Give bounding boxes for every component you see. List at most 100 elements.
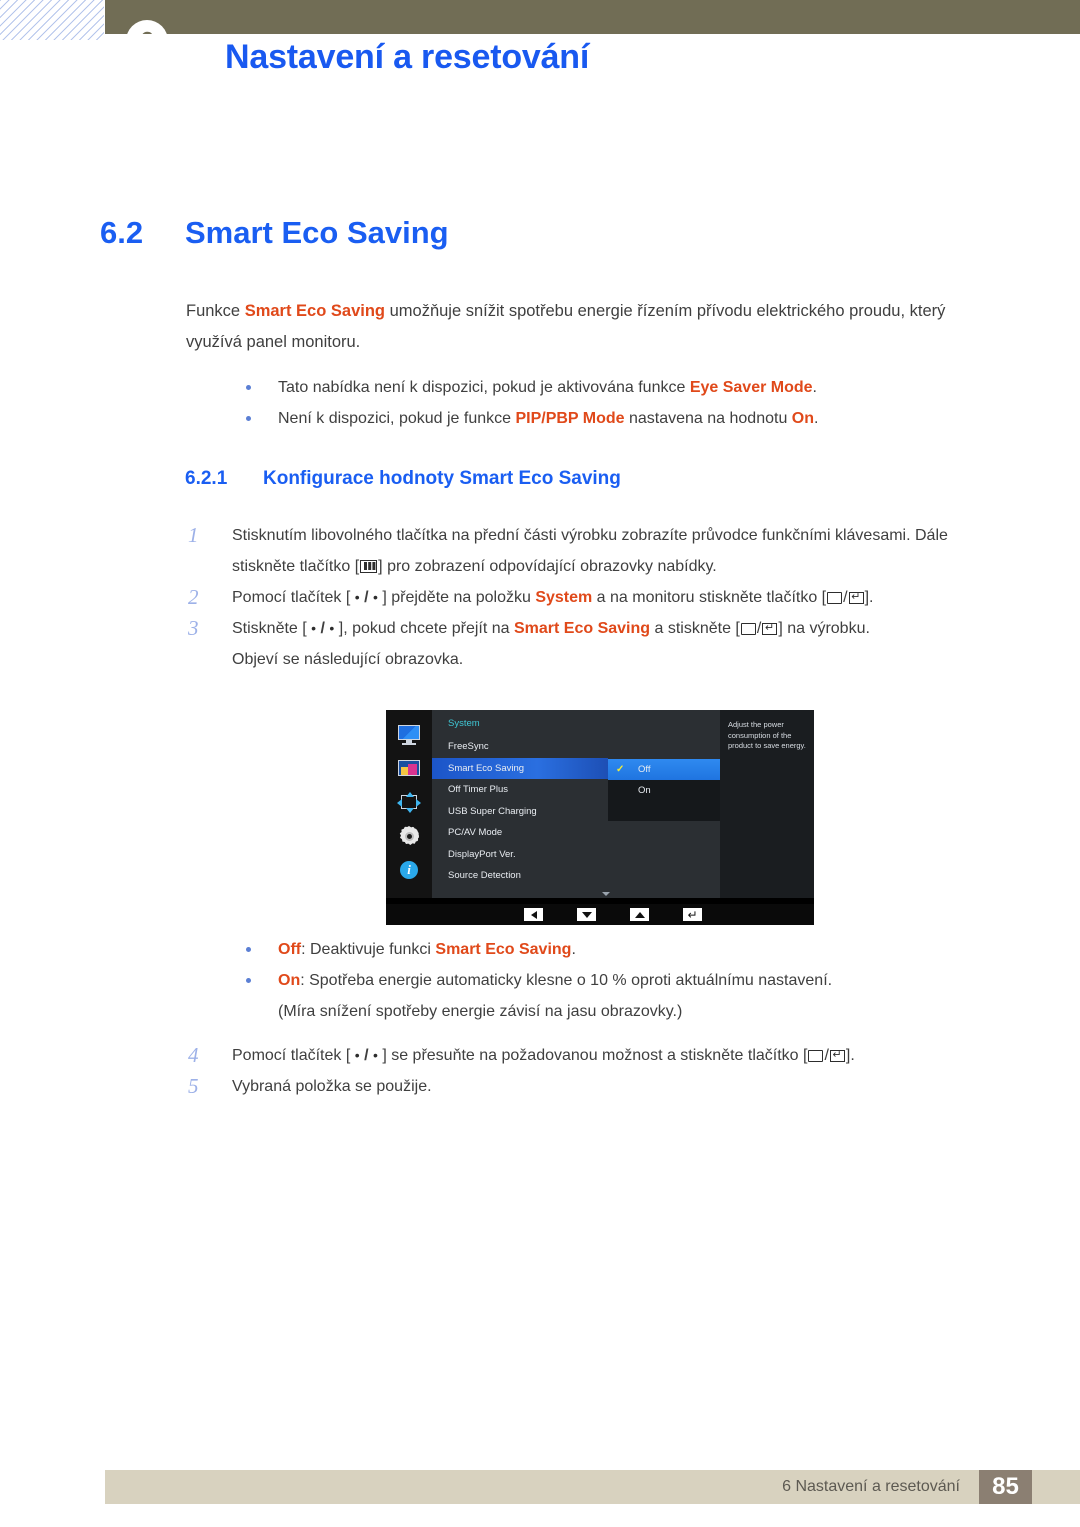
list-item: Není k dispozici, pokud je funkce PIP/PB… — [220, 403, 1000, 434]
step-text-c: a stiskněte [ — [650, 620, 740, 637]
intro-paragraph: Funkce Smart Eco Saving umožňuje snížit … — [186, 296, 1004, 358]
step-text-a: Stiskněte [ — [232, 620, 312, 637]
down-arrow-button[interactable] — [577, 908, 596, 921]
osd-icon-rail — [386, 710, 432, 898]
step-text-b: ] pro zobrazení odpovídající obrazovky n… — [378, 558, 717, 575]
intro-text-1: Funkce — [186, 302, 245, 320]
step-number: 1 — [188, 523, 199, 547]
step-text-b: ], pokud chcete přejít na — [334, 620, 514, 637]
list-item: On: Spotřeba energie automaticky klesne … — [220, 965, 1000, 1027]
step-item: 4 Pomocí tlačítek [ • / • ] se přesuňte … — [188, 1040, 1008, 1071]
picture-icon[interactable] — [397, 758, 421, 779]
step-item: 1 Stisknutím libovolného tlačítka na pře… — [188, 520, 1008, 582]
note-text-3: . — [814, 410, 819, 427]
list-item: Off: Deaktivuje funkci Smart Eco Saving. — [220, 934, 1000, 965]
footer-chapter-label: 6 Nastavení a resetování — [782, 1478, 960, 1495]
chapter-badge-container: 6 — [105, 0, 1080, 34]
osd-item-label: USB Super Charging — [448, 805, 537, 817]
enter-key-icon — [762, 621, 778, 635]
left-arrow-button[interactable] — [524, 908, 543, 921]
bullet-dot-icon — [246, 385, 251, 390]
option-text-1: : Spotřeba energie automaticky klesne o … — [300, 972, 833, 989]
step-text-a: Vybraná položka se použije. — [232, 1078, 432, 1095]
pip-icon[interactable] — [397, 792, 421, 813]
steps-list-before-image: 1 Stisknutím libovolného tlačítka na pře… — [188, 520, 1008, 675]
back-key-icon — [827, 592, 843, 604]
step-item: 5 Vybraná položka se použije. — [188, 1071, 1008, 1102]
enter-key-icon — [829, 1048, 845, 1062]
osd-submenu-label: On — [638, 785, 651, 796]
note-text-2: . — [812, 379, 817, 396]
note-emphasis-1: Eye Saver Mode — [689, 379, 813, 396]
notes-list: Tato nabídka není k dispozici, pokud je … — [220, 372, 1000, 434]
enter-button[interactable] — [683, 908, 702, 921]
note-text-1: Tato nabídka není k dispozici, pokud je … — [278, 379, 690, 396]
step-item: 3 Stiskněte [ • / • ], pokud chcete přej… — [188, 613, 1008, 675]
list-item: Tato nabídka není k dispozici, pokud je … — [220, 372, 1000, 403]
section-title: Smart Eco Saving — [185, 215, 449, 250]
option-subtext: (Míra snížení spotřeby energie závisí na… — [278, 1003, 683, 1020]
back-key-icon — [740, 623, 756, 635]
osd-item-label: FreeSync — [448, 741, 489, 753]
options-list: Off: Deaktivuje funkci Smart Eco Saving.… — [220, 934, 1000, 1027]
option-text-1: : Deaktivuje funkci — [301, 941, 436, 958]
step-separator: / — [316, 620, 330, 637]
step-text-d: ]. — [864, 589, 874, 606]
page-title: Nastavení a resetování — [225, 38, 590, 76]
subsection-heading: 6.2.1 Konfigurace hodnoty Smart Eco Savin… — [185, 468, 621, 490]
steps-list-after-image: 4 Pomocí tlačítek [ • / • ] se přesuňte … — [188, 1040, 1008, 1102]
step-emphasis: System — [535, 589, 593, 606]
step-text-b: ] se přesuňte na požadovanou možnost a s… — [377, 1047, 808, 1064]
step-continuation: Objeví se následující obrazovka. — [232, 651, 464, 668]
bullet-dot-icon — [246, 947, 251, 952]
key-separator: / — [756, 620, 762, 637]
display-icon[interactable] — [397, 724, 421, 745]
osd-menu-title: System — [448, 718, 480, 729]
page-number: 85 — [979, 1470, 1032, 1504]
subsection-title: Konfigurace hodnoty Smart Eco Saving — [263, 468, 621, 489]
step-text-b: ] přejděte na položku — [377, 589, 536, 606]
section-heading: 6.2 Smart Eco Saving — [100, 215, 449, 251]
scroll-down-indicator-icon[interactable] — [602, 892, 610, 896]
info-icon[interactable] — [397, 860, 421, 881]
gear-icon[interactable] — [397, 826, 421, 847]
step-item: 2 Pomocí tlačítek [ • / • ] přejděte na … — [188, 582, 1008, 613]
osd-item-label: DisplayPort Ver. — [448, 848, 516, 860]
menu-key-icon — [360, 560, 378, 573]
back-key-icon — [808, 1050, 824, 1062]
check-icon: ✓ — [616, 764, 625, 775]
option-emphasis: Smart Eco Saving — [435, 941, 572, 958]
osd-item-label: PC/AV Mode — [448, 827, 503, 839]
step-separator: / — [359, 589, 373, 606]
step-separator: / — [359, 1047, 373, 1064]
osd-item-smart-eco-saving[interactable]: Smart Eco Saving — [432, 757, 608, 779]
osd-item-label: Off Timer Plus — [448, 784, 509, 796]
osd-menu-screenshot: System FreeSync Smart Eco Saving Off Tim… — [386, 710, 814, 925]
chapter-number-badge: 6 — [126, 20, 168, 34]
osd-help-text: Adjust the power consumption of the prod… — [720, 710, 814, 898]
section-number: 6.2 — [100, 215, 144, 250]
bullet-dot-icon — [246, 416, 251, 421]
osd-item-label: Source Detection — [448, 870, 521, 882]
step-number: 5 — [188, 1074, 199, 1098]
key-separator: / — [824, 1047, 829, 1064]
step-text-a: Pomocí tlačítek [ — [232, 1047, 355, 1064]
step-number: 2 — [188, 585, 199, 609]
step-number: 3 — [188, 616, 199, 640]
note-emphasis-1: PIP/PBP Mode — [515, 410, 625, 427]
enter-key-icon — [848, 590, 864, 604]
osd-item-label: Smart Eco Saving — [448, 762, 525, 774]
note-text-1: Není k dispozici, pokud je funkce — [278, 410, 516, 427]
step-text-d: ]. — [845, 1047, 855, 1064]
step-number: 4 — [188, 1043, 199, 1067]
key-separator: / — [843, 589, 848, 606]
note-text-2: nastavena na hodnotu — [624, 410, 792, 427]
option-name: On — [278, 972, 301, 989]
bullet-dot-icon — [246, 978, 251, 983]
decorative-hatch-pattern — [0, 0, 104, 40]
subsection-number: 6.2.1 — [185, 468, 228, 489]
intro-emphasis-1: Smart Eco Saving — [244, 302, 386, 320]
up-arrow-button[interactable] — [630, 908, 649, 921]
note-emphasis-2: On — [791, 410, 814, 427]
option-name: Off — [278, 941, 302, 958]
